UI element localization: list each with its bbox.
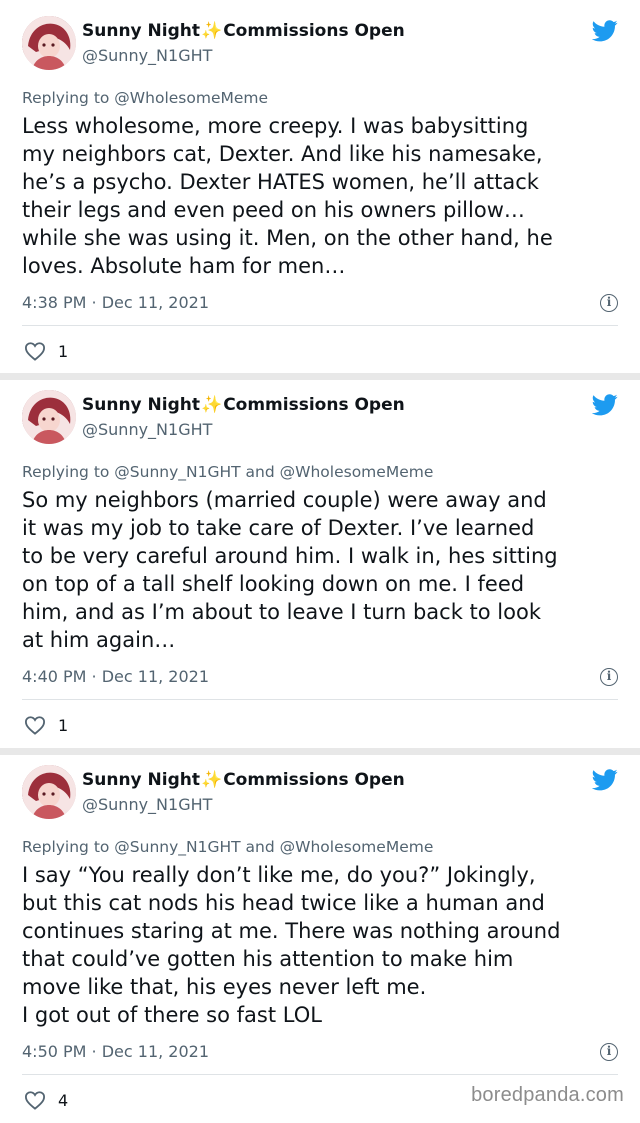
tweet-separator xyxy=(0,748,640,755)
divider xyxy=(22,1074,618,1075)
tweet-timestamp[interactable]: 4:38 PM · Dec 11, 2021 xyxy=(22,293,209,312)
info-icon[interactable]: i xyxy=(600,294,618,312)
avatar[interactable] xyxy=(22,765,76,819)
tweet-card[interactable]: Sunny Night✨Commissions Open @Sunny_N1GH… xyxy=(0,755,640,1123)
display-name[interactable]: Sunny Night✨Commissions Open xyxy=(82,395,405,415)
display-name[interactable]: Sunny Night✨Commissions Open xyxy=(82,770,405,790)
avatar-illustration xyxy=(22,16,76,70)
user-handle[interactable]: @Sunny_N1GHT xyxy=(82,795,212,814)
replying-to[interactable]: Replying to @WholesomeMeme xyxy=(22,89,268,107)
avatar-illustration xyxy=(22,390,76,444)
replying-to[interactable]: Replying to @Sunny_N1GHT and @WholesomeM… xyxy=(22,463,433,481)
twitter-bird-icon[interactable] xyxy=(592,769,618,791)
sparkle-emoji: ✨ xyxy=(201,395,223,415)
boredpanda-watermark: boredpanda.com xyxy=(471,1084,624,1106)
like-count: 1 xyxy=(58,342,69,361)
user-handle[interactable]: @Sunny_N1GHT xyxy=(82,420,212,439)
like-count: 4 xyxy=(58,1091,69,1110)
tweet-text: So my neighbors (married couple) were aw… xyxy=(22,488,558,652)
avatar[interactable] xyxy=(22,16,76,70)
display-name[interactable]: Sunny Night✨Commissions Open xyxy=(82,21,405,41)
tweet-separator xyxy=(0,373,640,380)
avatar-illustration xyxy=(22,765,76,819)
info-icon[interactable]: i xyxy=(600,1043,618,1061)
avatar[interactable] xyxy=(22,390,76,444)
twitter-bird-icon[interactable] xyxy=(592,20,618,42)
info-icon[interactable]: i xyxy=(600,668,618,686)
heart-icon[interactable] xyxy=(24,1090,46,1110)
heart-icon[interactable] xyxy=(24,715,46,735)
tweet-timestamp[interactable]: 4:40 PM · Dec 11, 2021 xyxy=(22,667,209,686)
tweet-text: I say “You really don’t like me, do you?… xyxy=(22,863,561,1027)
like-count: 1 xyxy=(58,716,69,735)
tweet-timestamp[interactable]: 4:50 PM · Dec 11, 2021 xyxy=(22,1042,209,1061)
heart-icon[interactable] xyxy=(24,341,46,361)
tweet-card[interactable]: Sunny Night✨Commissions Open @Sunny_N1GH… xyxy=(0,380,640,748)
twitter-bird-icon[interactable] xyxy=(592,394,618,416)
sparkle-emoji: ✨ xyxy=(201,21,223,41)
replying-to[interactable]: Replying to @Sunny_N1GHT and @WholesomeM… xyxy=(22,838,433,856)
divider xyxy=(22,699,618,700)
user-handle[interactable]: @Sunny_N1GHT xyxy=(82,46,212,65)
tweet-text: Less wholesome, more creepy. I was babys… xyxy=(22,114,553,278)
sparkle-emoji: ✨ xyxy=(201,770,223,790)
divider xyxy=(22,325,618,326)
tweet-card[interactable]: Sunny Night✨Commissions Open @Sunny_N1GH… xyxy=(0,0,640,373)
